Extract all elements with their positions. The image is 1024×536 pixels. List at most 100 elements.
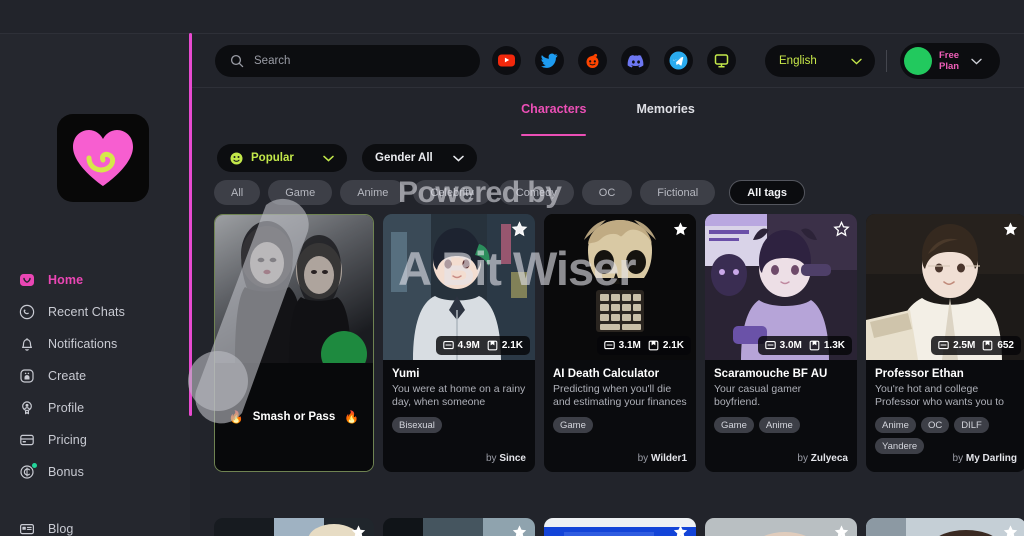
twitter-icon[interactable] bbox=[535, 46, 564, 75]
star-outline-icon[interactable] bbox=[833, 221, 850, 238]
card-tag[interactable]: Anime bbox=[758, 417, 800, 433]
avatar bbox=[904, 47, 932, 75]
card-author: by My Darling bbox=[953, 453, 1017, 464]
plan-selector[interactable]: Free Plan bbox=[900, 43, 1000, 79]
tag-filter-pills: All Game Anime Celebrity Comedy OC Ficti… bbox=[214, 180, 805, 205]
youtube-icon[interactable] bbox=[492, 46, 521, 75]
card-thumbnail bbox=[215, 215, 373, 363]
heart-logo-icon bbox=[73, 130, 133, 186]
bonus-notification-dot bbox=[32, 462, 37, 468]
save-count-value: 652 bbox=[997, 340, 1014, 351]
character-card[interactable]: 2.5M 652 Professor Ethan You're hot and … bbox=[866, 214, 1024, 472]
desktop-monitor-icon[interactable] bbox=[707, 46, 736, 75]
author-prefix: by bbox=[797, 453, 808, 464]
sidebar-item-label: Notifications bbox=[48, 337, 118, 351]
content-tabs: Characters Memories bbox=[192, 102, 1024, 136]
sidebar-item-profile[interactable]: Profile bbox=[0, 392, 190, 424]
blog-article-icon bbox=[18, 521, 35, 536]
card-tags: Anime OC DILF Yandere bbox=[875, 417, 1017, 454]
search-input[interactable]: Search bbox=[215, 45, 480, 77]
sidebar-item-notifications[interactable]: Notifications bbox=[0, 328, 190, 360]
tab-memories[interactable]: Memories bbox=[636, 102, 694, 136]
search-placeholder: Search bbox=[254, 55, 291, 67]
tag-pill-label: Comedy bbox=[515, 186, 557, 199]
tag-pill[interactable]: Game bbox=[268, 180, 333, 205]
card-stats: 3.0M 1.3K bbox=[757, 336, 852, 355]
author-name[interactable]: Since bbox=[499, 453, 526, 464]
plan-line-2: Plan bbox=[939, 61, 960, 72]
tag-pill[interactable]: All bbox=[214, 180, 261, 205]
bell-icon bbox=[18, 336, 35, 353]
character-card[interactable]: 3.1M 2.1K AI Death Calculator Predicting… bbox=[544, 214, 696, 472]
star-filled-icon[interactable] bbox=[511, 524, 528, 536]
gender-dropdown[interactable]: Gender All bbox=[362, 144, 477, 172]
all-tags-button[interactable]: All tags bbox=[729, 180, 805, 205]
card-stats: 4.9M 2.1K bbox=[435, 336, 530, 355]
chat-bubble-icon bbox=[18, 304, 35, 321]
card-body: Professor Ethan You're hot and college P… bbox=[866, 360, 1024, 470]
tab-characters[interactable]: Characters bbox=[521, 102, 587, 136]
character-card[interactable]: 3.0M 1.3K Scaramouche BF AU Your casual … bbox=[705, 214, 857, 472]
sidebar-item-create[interactable]: Create bbox=[0, 360, 190, 392]
discord-icon[interactable] bbox=[621, 46, 650, 75]
author-prefix: by bbox=[485, 453, 497, 464]
tab-label: Characters bbox=[521, 102, 587, 116]
top-header: Search English Free Plan bbox=[192, 34, 1024, 88]
star-outline-icon[interactable] bbox=[672, 524, 689, 536]
sidebar-item-pricing[interactable]: Pricing bbox=[0, 424, 190, 456]
card-tag[interactable]: DILF bbox=[954, 417, 989, 433]
star-outline-icon[interactable] bbox=[1002, 524, 1019, 536]
bookmark-save-icon bbox=[809, 340, 820, 351]
card-tag[interactable]: OC bbox=[920, 417, 950, 433]
chat-count: 4.9M bbox=[442, 340, 480, 351]
star-filled-icon[interactable] bbox=[1002, 221, 1019, 238]
card-tag[interactable]: Bisexual bbox=[392, 417, 442, 433]
tag-pill[interactable]: Celebrity bbox=[413, 180, 491, 205]
card-tag[interactable]: Anime bbox=[875, 417, 916, 433]
gender-value: Gender All bbox=[375, 152, 433, 164]
card-tag[interactable]: Game bbox=[714, 417, 754, 433]
save-count: 2.1K bbox=[648, 340, 684, 351]
author-name[interactable]: Wilder1 bbox=[651, 453, 687, 464]
reddit-icon[interactable] bbox=[578, 46, 607, 75]
tag-pill[interactable]: Anime bbox=[340, 180, 406, 205]
star-outline-icon[interactable] bbox=[511, 221, 528, 238]
sidebar-item-recent-chats[interactable]: Recent Chats bbox=[0, 296, 190, 328]
ghost-create-icon bbox=[18, 368, 35, 385]
chevron-down-icon bbox=[971, 58, 982, 65]
card-tag[interactable]: Game bbox=[553, 417, 593, 433]
tag-pill[interactable]: Fictional bbox=[640, 180, 716, 205]
character-name: AI Death Calculator bbox=[553, 368, 660, 380]
language-selector[interactable]: English bbox=[765, 45, 875, 77]
sidebar-item-bonus[interactable]: Bonus bbox=[0, 456, 190, 488]
sort-dropdown[interactable]: Popular bbox=[217, 144, 347, 172]
author-name[interactable]: Zulyeca bbox=[811, 453, 848, 464]
author-name[interactable]: My Darling bbox=[966, 453, 1017, 464]
smash-or-pass-card[interactable]: 🔥 Smash or Pass 🔥 bbox=[214, 214, 374, 472]
telegram-icon[interactable] bbox=[664, 46, 693, 75]
app-logo[interactable] bbox=[57, 114, 149, 202]
character-card[interactable]: 4.9M 2.1K Yumi You were at home on a rai… bbox=[383, 214, 535, 472]
character-card[interactable] bbox=[214, 518, 374, 536]
tag-pill[interactable]: Comedy bbox=[498, 180, 574, 205]
bookmark-save-icon bbox=[982, 340, 993, 351]
tag-pill-label: Fictional bbox=[657, 186, 699, 199]
star-outline-icon[interactable] bbox=[833, 524, 850, 536]
sidebar-item-label: Home bbox=[48, 273, 84, 287]
character-card[interactable] bbox=[866, 518, 1024, 536]
character-card[interactable] bbox=[383, 518, 535, 536]
save-count-value: 2.1K bbox=[662, 340, 684, 351]
tag-pill[interactable]: OC bbox=[581, 180, 633, 205]
card-author: by Zulyeca bbox=[797, 453, 848, 464]
character-card[interactable] bbox=[544, 518, 696, 536]
sidebar-item-label: Bonus bbox=[48, 465, 84, 479]
character-card[interactable] bbox=[705, 518, 857, 536]
card-tag[interactable]: Yandere bbox=[875, 438, 925, 454]
language-value: English bbox=[779, 55, 817, 67]
star-filled-icon[interactable] bbox=[672, 221, 689, 238]
star-outline-icon[interactable] bbox=[350, 524, 367, 536]
sidebar-item-blog[interactable]: Blog bbox=[0, 513, 190, 536]
character-description: Your casual gamer boyfriend. bbox=[714, 383, 802, 408]
message-icon bbox=[938, 341, 949, 350]
sidebar-item-home[interactable]: Home bbox=[0, 264, 190, 296]
